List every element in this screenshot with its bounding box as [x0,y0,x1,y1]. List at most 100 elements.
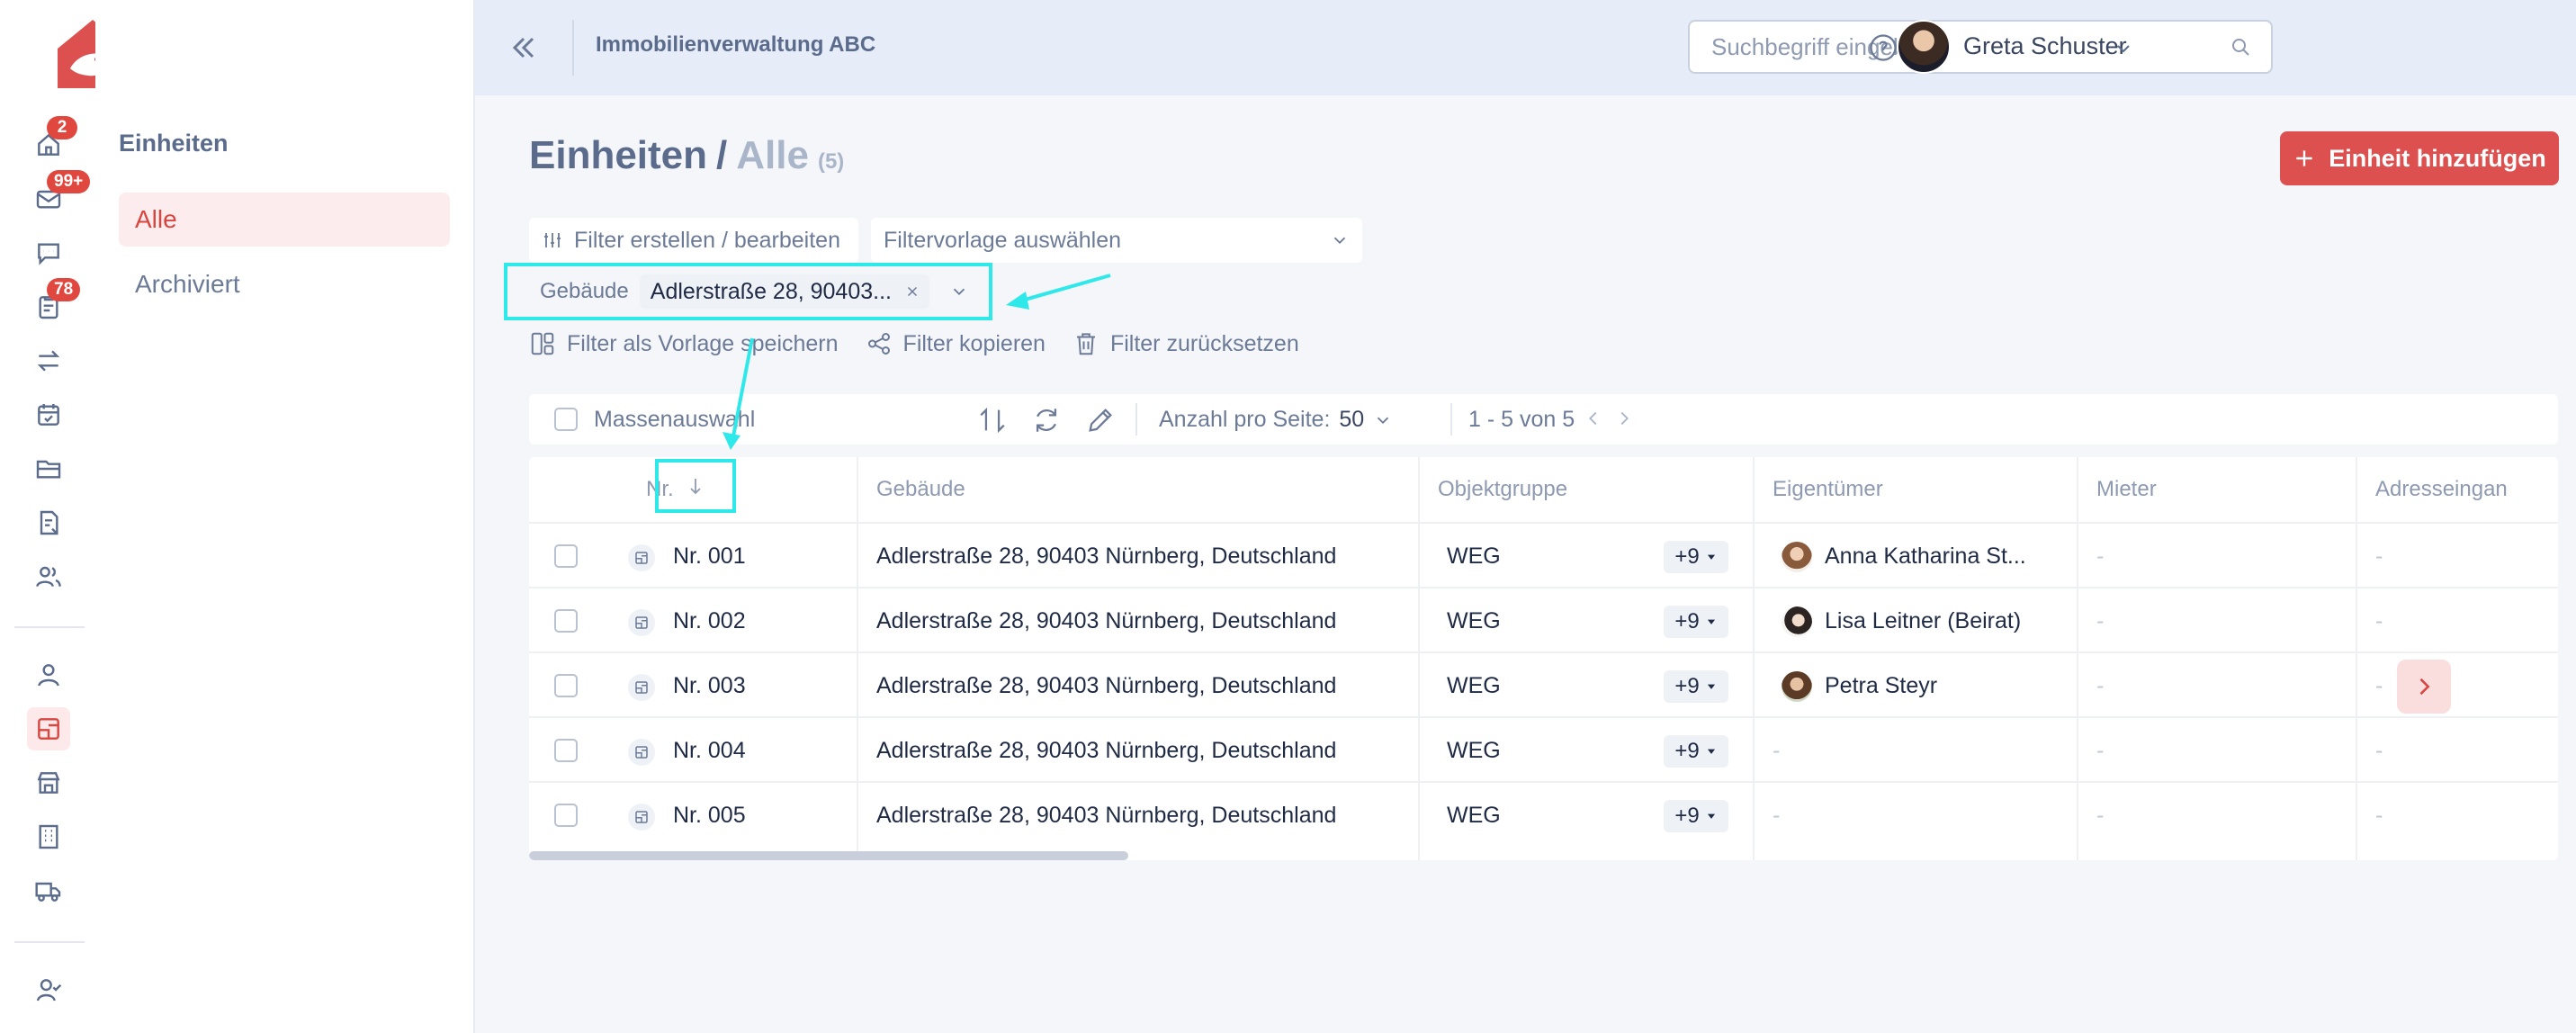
rail-transactions[interactable] [27,339,70,382]
row-checkbox[interactable] [554,609,578,633]
building-filter-chip[interactable]: Adlerstraße 28, 90403... [639,274,929,309]
group-more-tag[interactable]: +9 [1664,541,1728,573]
group-more-count: +9 [1674,739,1700,763]
rail-persons[interactable] [27,653,70,696]
collapse-sidebar-icon[interactable] [506,30,542,66]
column-header-eigentuemer[interactable]: Eigentümer [1753,457,1883,522]
group-more-tag[interactable]: +9 [1664,735,1728,768]
save-filter-template-button[interactable]: Filter als Vorlage speichern [529,330,839,357]
group-more-tag[interactable]: +9 [1664,606,1728,638]
row-checkbox[interactable] [554,804,578,827]
search-icon[interactable] [2230,36,2251,58]
column-header-gebaeude[interactable]: Gebäude [857,457,965,522]
close-icon[interactable] [904,283,920,300]
cell-nr[interactable]: Nr. 005 [673,783,746,848]
edit-filter-label: Filter erstellen / bearbeiten [574,227,840,253]
rail-properties[interactable] [27,761,70,804]
rail-users[interactable] [27,968,70,1011]
bulk-select-checkbox[interactable] [554,408,578,431]
copy-filter-button[interactable]: Filter kopieren [866,330,1046,357]
help-icon[interactable] [1868,32,1898,63]
user-name[interactable]: Greta Schuster [1963,32,2127,60]
cell-eigentuemer[interactable]: Lisa Leitner (Beirat) [1825,588,2021,653]
column-header-objektgruppe[interactable]: Objektgruppe [1418,457,1567,522]
nr-sort-toggle[interactable] [655,459,736,513]
edit-icon[interactable] [1085,405,1116,436]
row-checkbox[interactable] [554,674,578,697]
breadcrumb-einheiten[interactable]: Einheiten [529,133,707,178]
row-checkbox[interactable] [554,544,578,568]
subnav-item-alle[interactable]: Alle [119,193,450,247]
edit-filter-button[interactable]: Filter erstellen / bearbeiten [529,218,858,263]
transfer-icon [37,350,60,372]
cell-objektgruppe: WEG [1447,803,1501,828]
row-checkbox[interactable] [554,739,578,762]
add-unit-label: Einheit hinzufügen [2329,144,2546,172]
icon-rail: idwell 2 99+ 78 [0,0,406,1033]
cell-gebaeude[interactable]: Adlerstraße 28, 90403 Nürnberg, Deutschl… [876,783,1336,848]
rail-mail[interactable]: 99+ [27,170,91,220]
people-icon [36,566,61,588]
table-row[interactable]: Nr. 001 Adlerstraße 28, 90403 Nürnberg, … [529,522,2558,587]
refresh-icon[interactable] [1031,405,1062,436]
sliders-icon [544,233,561,247]
table-row[interactable]: Nr. 004 Adlerstraße 28, 90403 Nürnberg, … [529,716,2558,781]
cell-gebaeude[interactable]: Adlerstraße 28, 90403 Nürnberg, Deutschl… [876,653,1336,718]
horizontal-scrollbar[interactable] [529,851,1128,860]
chevron-down-icon[interactable] [2113,38,2134,59]
share-icon [867,333,890,355]
cell-gebaeude[interactable]: Adlerstraße 28, 90403 Nürnberg, Deutschl… [876,524,1336,588]
filter-actions: Filter als Vorlage speichern Filter kopi… [529,326,1326,362]
company-name[interactable]: Immobilienverwaltung ABC [596,32,875,58]
cell-eigentuemer[interactable]: Anna Katharina St... [1825,524,2026,588]
rail-vendors[interactable] [27,869,70,912]
reset-filter-button[interactable]: Filter zurücksetzen [1073,330,1299,357]
owner-avatar [1782,671,1812,702]
rail-home[interactable]: 2 [27,116,77,166]
per-page-select[interactable]: Anzahl pro Seite: 50 [1159,407,1393,433]
rail-buildings[interactable] [27,815,70,858]
add-unit-button[interactable]: Einheit hinzufügen [2280,131,2559,185]
per-page-label: Anzahl pro Seite: [1159,407,1331,432]
building-filter[interactable]: Gebäude Adlerstraße 28, 90403... [504,263,992,320]
scroll-right-button[interactable] [2397,660,2451,714]
table-row[interactable]: Nr. 005 Adlerstraße 28, 90403 Nürnberg, … [529,781,2558,846]
cell-gebaeude[interactable]: Adlerstraße 28, 90403 Nürnberg, Deutschl… [876,718,1336,783]
cell-nr[interactable]: Nr. 002 [673,588,746,653]
cell-eigentuemer[interactable]: Petra Steyr [1825,653,1937,718]
cell-nr[interactable]: Nr. 003 [673,653,746,718]
rail-invoices[interactable] [27,501,70,544]
rail-contacts[interactable] [27,555,70,598]
chevron-down-icon[interactable] [949,282,969,301]
cell-gebaeude[interactable]: Adlerstraße 28, 90403 Nürnberg, Deutschl… [876,588,1336,653]
home-badge: 2 [47,116,77,139]
breadcrumb-separator: / [716,133,728,177]
bulk-select-label[interactable]: Massenauswahl [594,407,755,433]
rail-units[interactable] [27,707,70,750]
subnav-item-archiviert[interactable]: Archiviert [119,257,450,311]
cell-nr[interactable]: Nr. 004 [673,718,746,783]
sort-icon[interactable] [977,405,1008,436]
chevron-left-icon[interactable] [1584,409,1603,428]
table-row[interactable]: Nr. 002 Adlerstraße 28, 90403 Nürnberg, … [529,587,2558,651]
tasks-badge: 78 [47,278,81,301]
folder-icon [36,460,61,479]
person-icon [38,664,59,687]
group-more-tag[interactable]: +9 [1664,800,1728,832]
chevron-right-icon[interactable] [1614,409,1634,428]
column-header-mieter[interactable]: Mieter [2077,457,2157,522]
cell-nr[interactable]: Nr. 001 [673,524,746,588]
caret-down-icon [1707,813,1715,819]
table-row[interactable]: Nr. 003 Adlerstraße 28, 90403 Nürnberg, … [529,651,2558,716]
user-avatar[interactable] [1897,20,1951,74]
invoice-icon [40,510,58,535]
group-more-tag[interactable]: +9 [1664,670,1728,703]
rail-documents[interactable] [27,447,70,490]
rail-chat[interactable] [27,231,70,274]
column-header-adresseingang[interactable]: Adresseingan [2356,457,2508,522]
rail-calendar[interactable] [27,393,70,436]
rail-tasks[interactable]: 78 [27,278,81,328]
unit-type-icon [628,609,655,636]
filter-preset-select[interactable]: Filtervorlage auswählen [871,218,1362,263]
group-more-count: +9 [1674,804,1700,828]
